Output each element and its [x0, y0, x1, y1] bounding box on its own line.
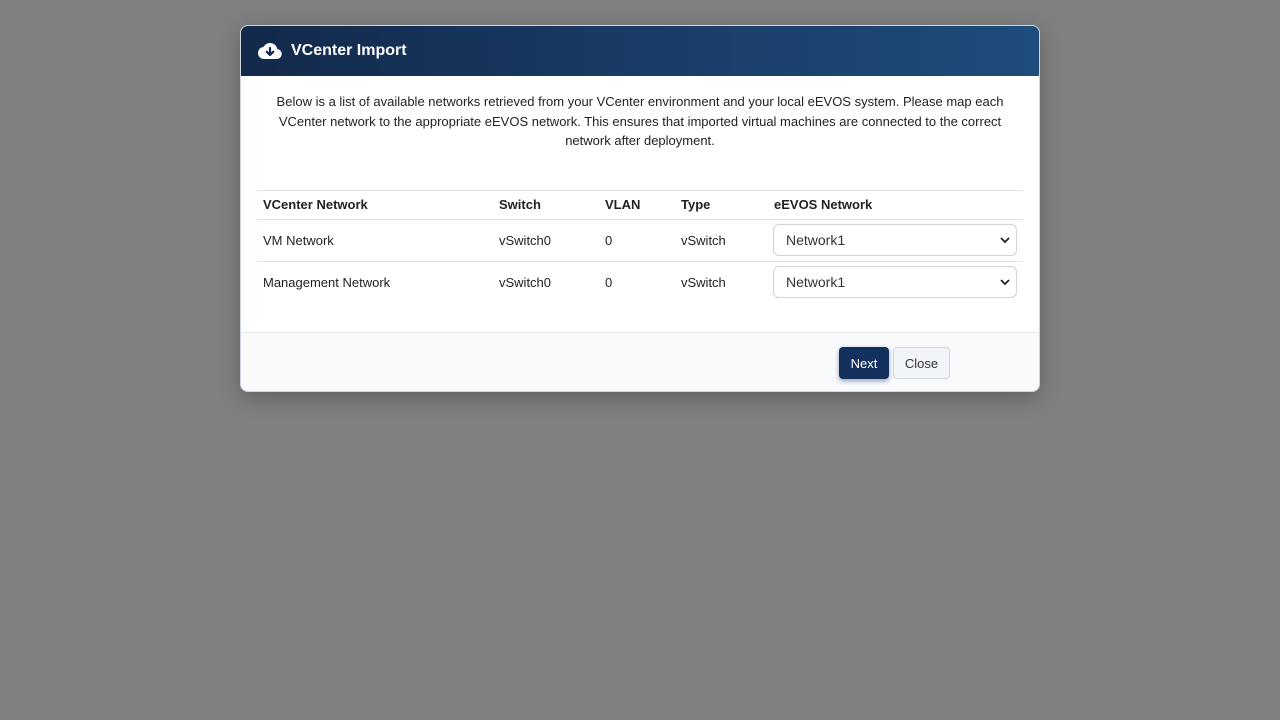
modal-body: Below is a list of available networks re…: [241, 76, 1039, 303]
column-header-vlan: VLAN: [599, 189, 675, 220]
column-header-type: Type: [675, 189, 768, 220]
cell-type: vSwitch: [681, 274, 726, 290]
cell-vcenter-network: VM Network: [257, 219, 493, 262]
select-value: Network1: [786, 274, 846, 290]
chevron-down-icon: [1000, 277, 1010, 287]
vcenter-import-modal: VCenter Import Below is a list of availa…: [240, 25, 1040, 392]
modal-footer: Next Close: [241, 332, 1039, 391]
cloud-download-icon: [257, 40, 283, 62]
cell-type: vSwitch: [675, 219, 768, 262]
close-button[interactable]: Close: [893, 347, 950, 379]
select-value: Network1: [786, 232, 846, 248]
intro-text: Below is a list of available networks re…: [276, 94, 1004, 148]
column-header-vcenter-network: VCenter Network: [257, 189, 493, 220]
cell-switch: vSwitch0: [493, 219, 599, 262]
cell-switch: vSwitch0: [499, 274, 552, 290]
modal-title: VCenter Import: [291, 42, 407, 59]
table-header-row: VCenter Network Switch VLAN Type eEVOS N…: [257, 189, 1023, 220]
table-row: VM Network vSwitch0 0 vSwitch Network1: [257, 219, 1023, 262]
column-header-eevos-network: eEVOS Network: [768, 189, 1023, 220]
modal-header: VCenter Import: [241, 26, 1039, 76]
cell-vlan: 0: [605, 274, 613, 290]
chevron-down-icon: [1000, 235, 1010, 245]
eevos-network-select[interactable]: Network1: [773, 224, 1017, 256]
column-header-switch: Switch: [493, 189, 599, 220]
cell-eevos-network: Network1: [768, 219, 1023, 262]
eevos-network-select[interactable]: Network1: [773, 266, 1017, 298]
next-button[interactable]: Next: [839, 347, 889, 379]
cell-vlan: 0: [599, 219, 675, 262]
table-row: Management Network vSwitch0 0 vSwitch Ne…: [257, 261, 1023, 303]
cell-eevos-network: Network1: [768, 261, 1023, 303]
cell-vcenter-network: Management Network: [263, 274, 391, 290]
network-mapping-table: VCenter Network Switch VLAN Type eEVOS N…: [257, 189, 1023, 303]
